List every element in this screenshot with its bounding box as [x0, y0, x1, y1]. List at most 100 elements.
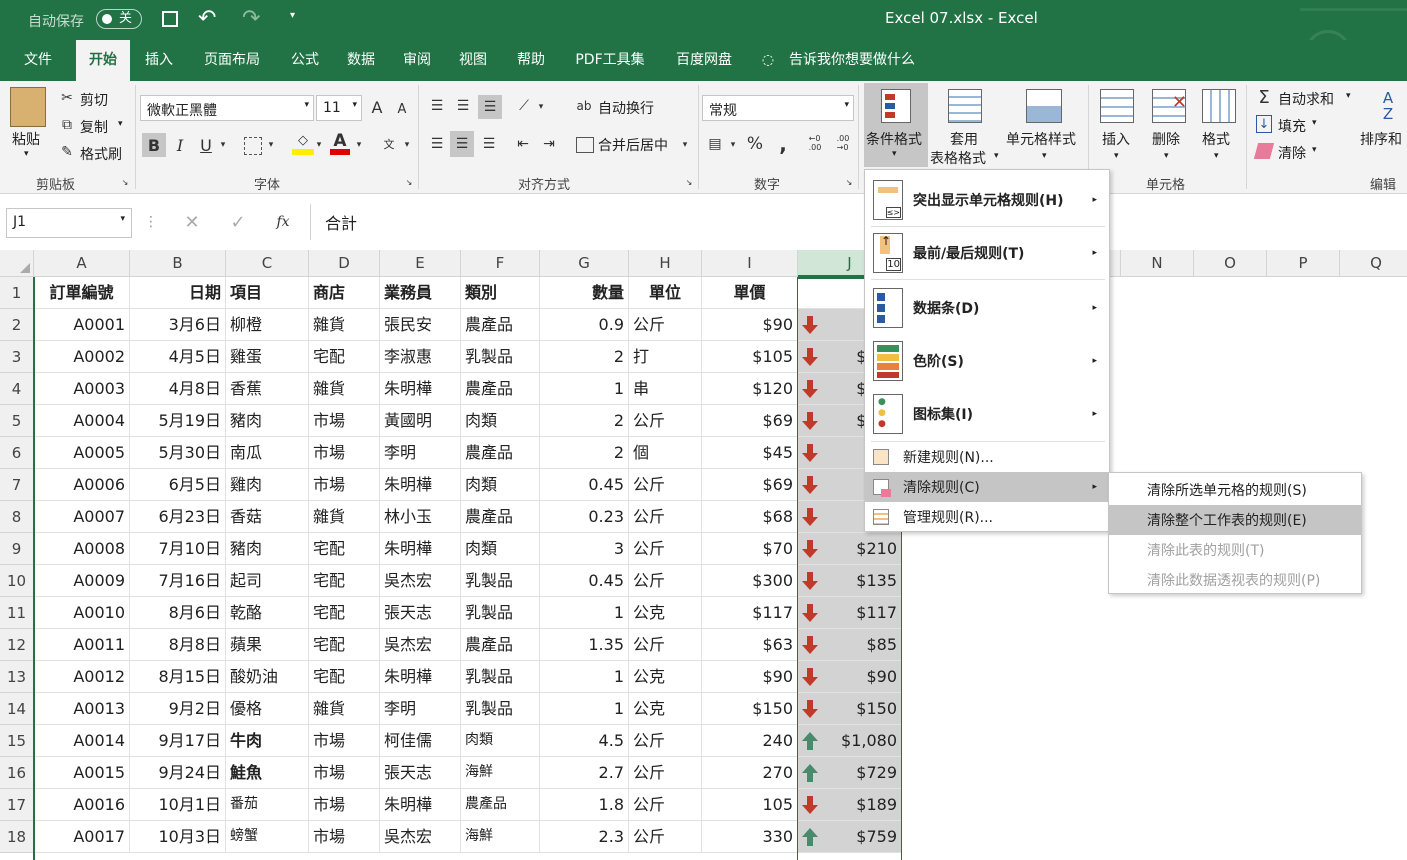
- tell-me-search[interactable]: 告诉我你想要做什么: [782, 40, 922, 81]
- cell-i12[interactable]: $63: [702, 629, 798, 661]
- cell-i13[interactable]: $90: [702, 661, 798, 693]
- cell-a16[interactable]: A0015: [34, 757, 130, 789]
- cell-h5[interactable]: 公斤: [629, 405, 702, 437]
- bold-button[interactable]: B: [142, 133, 166, 157]
- cell-b3[interactable]: 4月5日: [130, 341, 226, 373]
- cell-f18[interactable]: 海鮮: [461, 821, 540, 853]
- cell-e7[interactable]: 朱明樺: [380, 469, 461, 501]
- cell-h12[interactable]: 公斤: [629, 629, 702, 661]
- cell-c12[interactable]: 蘋果: [226, 629, 309, 661]
- cell-h14[interactable]: 公克: [629, 693, 702, 725]
- cell-i2[interactable]: $90: [702, 309, 798, 341]
- cell-c9[interactable]: 豬肉: [226, 533, 309, 565]
- enter-icon[interactable]: ✓: [226, 210, 250, 234]
- orientation-dropdown-icon[interactable]: ▾: [536, 99, 546, 115]
- cell-e18[interactable]: 吳杰宏: [380, 821, 461, 853]
- cell-b11[interactable]: 8月6日: [130, 597, 226, 629]
- font-name-select[interactable]: 微軟正黑體 ▾: [140, 95, 314, 121]
- cell-c3[interactable]: 雞蛋: [226, 341, 309, 373]
- dialog-launcher-icon[interactable]: ↘: [684, 177, 694, 187]
- borders-dropdown-icon[interactable]: ▾: [266, 137, 276, 153]
- cell-e6[interactable]: 李明: [380, 437, 461, 469]
- dialog-launcher-icon[interactable]: ↘: [120, 177, 130, 187]
- cell-d11[interactable]: 宅配: [309, 597, 380, 629]
- cell-g10[interactable]: 0.45: [540, 565, 629, 597]
- cell-g16[interactable]: 2.7: [540, 757, 629, 789]
- cell-b15[interactable]: 9月17日: [130, 725, 226, 757]
- cell-h2[interactable]: 公斤: [629, 309, 702, 341]
- dialog-launcher-icon[interactable]: ↘: [844, 177, 854, 187]
- insert-cells-button[interactable]: 插入: [1102, 129, 1130, 149]
- cell-i14[interactable]: $150: [702, 693, 798, 725]
- cell-d5[interactable]: 市場: [309, 405, 380, 437]
- increase-font-icon[interactable]: A: [368, 97, 386, 117]
- cell-b1[interactable]: 日期: [130, 277, 226, 309]
- row-header[interactable]: 18: [0, 821, 34, 853]
- cell-c10[interactable]: 起司: [226, 565, 309, 597]
- redo-icon[interactable]: ↷: [242, 6, 260, 31]
- name-box[interactable]: J1 ▾: [6, 208, 132, 238]
- cell-styles-button[interactable]: 单元格样式: [1006, 129, 1076, 149]
- cell-i6[interactable]: $45: [702, 437, 798, 469]
- cell-i1[interactable]: 單價: [702, 277, 798, 309]
- cell-c2[interactable]: 柳橙: [226, 309, 309, 341]
- cell-e13[interactable]: 朱明樺: [380, 661, 461, 693]
- underline-button[interactable]: U: [196, 133, 216, 157]
- cell-g8[interactable]: 0.23: [540, 501, 629, 533]
- currency-icon[interactable]: ▤: [704, 133, 726, 155]
- cell-i5[interactable]: $69: [702, 405, 798, 437]
- italic-button[interactable]: I: [170, 133, 190, 157]
- phonetic-dropdown-icon[interactable]: ▾: [402, 137, 412, 153]
- cell-e1[interactable]: 業務員: [380, 277, 461, 309]
- align-center-icon[interactable]: ☰: [450, 131, 474, 157]
- cell-i8[interactable]: $68: [702, 501, 798, 533]
- column-header-q[interactable]: Q: [1340, 250, 1407, 277]
- row-header[interactable]: 15: [0, 725, 34, 757]
- column-header-o[interactable]: O: [1194, 250, 1267, 277]
- autosave-toggle[interactable]: 关: [96, 9, 142, 29]
- align-middle-icon[interactable]: ☰: [452, 95, 474, 117]
- column-header-d[interactable]: D: [309, 250, 380, 277]
- row-header[interactable]: 16: [0, 757, 34, 789]
- delete-cells-button[interactable]: 删除: [1152, 129, 1180, 149]
- cell-d7[interactable]: 市場: [309, 469, 380, 501]
- cell-f7[interactable]: 肉類: [461, 469, 540, 501]
- fill-button[interactable]: 填充: [1278, 116, 1306, 136]
- cell-d12[interactable]: 宅配: [309, 629, 380, 661]
- cell-b8[interactable]: 6月23日: [130, 501, 226, 533]
- cell-e14[interactable]: 李明: [380, 693, 461, 725]
- decrease-font-icon[interactable]: A: [393, 99, 411, 119]
- merge-center-button[interactable]: 合并后居中: [598, 135, 668, 155]
- column-header-h[interactable]: H: [629, 250, 702, 277]
- cell-i7[interactable]: $69: [702, 469, 798, 501]
- row-header[interactable]: 11: [0, 597, 34, 629]
- cell-i11[interactable]: $117: [702, 597, 798, 629]
- column-header-i[interactable]: I: [702, 250, 798, 277]
- tab-insert[interactable]: 插入: [136, 40, 182, 81]
- cell-h9[interactable]: 公斤: [629, 533, 702, 565]
- cell-e11[interactable]: 張天志: [380, 597, 461, 629]
- font-color-dropdown-icon[interactable]: ▾: [354, 137, 364, 153]
- cell-e4[interactable]: 朱明樺: [380, 373, 461, 405]
- table-format-button[interactable]: 套用: [950, 129, 978, 149]
- formula-input[interactable]: 合計: [310, 204, 870, 240]
- cell-b9[interactable]: 7月10日: [130, 533, 226, 565]
- row-header[interactable]: 14: [0, 693, 34, 725]
- increase-indent-icon[interactable]: ⇥: [538, 133, 560, 155]
- cell-e12[interactable]: 吳杰宏: [380, 629, 461, 661]
- borders-icon[interactable]: [244, 137, 262, 155]
- row-header[interactable]: 2: [0, 309, 34, 341]
- sort-filter-button[interactable]: 排序和: [1360, 129, 1402, 149]
- row-header[interactable]: 12: [0, 629, 34, 661]
- menu-item-new-rule[interactable]: 新建规则(N)...: [865, 443, 1109, 471]
- cell-a1[interactable]: 訂單編號: [34, 277, 130, 309]
- cell-i3[interactable]: $105: [702, 341, 798, 373]
- cell-f17[interactable]: 農產品: [461, 789, 540, 821]
- decrease-indent-icon[interactable]: ⇤: [512, 133, 534, 155]
- wrap-text-button[interactable]: 自动换行: [598, 98, 654, 118]
- format-cells-button[interactable]: 格式: [1202, 129, 1230, 149]
- cell-h18[interactable]: 公斤: [629, 821, 702, 853]
- decrease-decimal-icon[interactable]: .00 →0: [832, 131, 854, 155]
- cell-g17[interactable]: 1.8: [540, 789, 629, 821]
- cell-c11[interactable]: 乾酪: [226, 597, 309, 629]
